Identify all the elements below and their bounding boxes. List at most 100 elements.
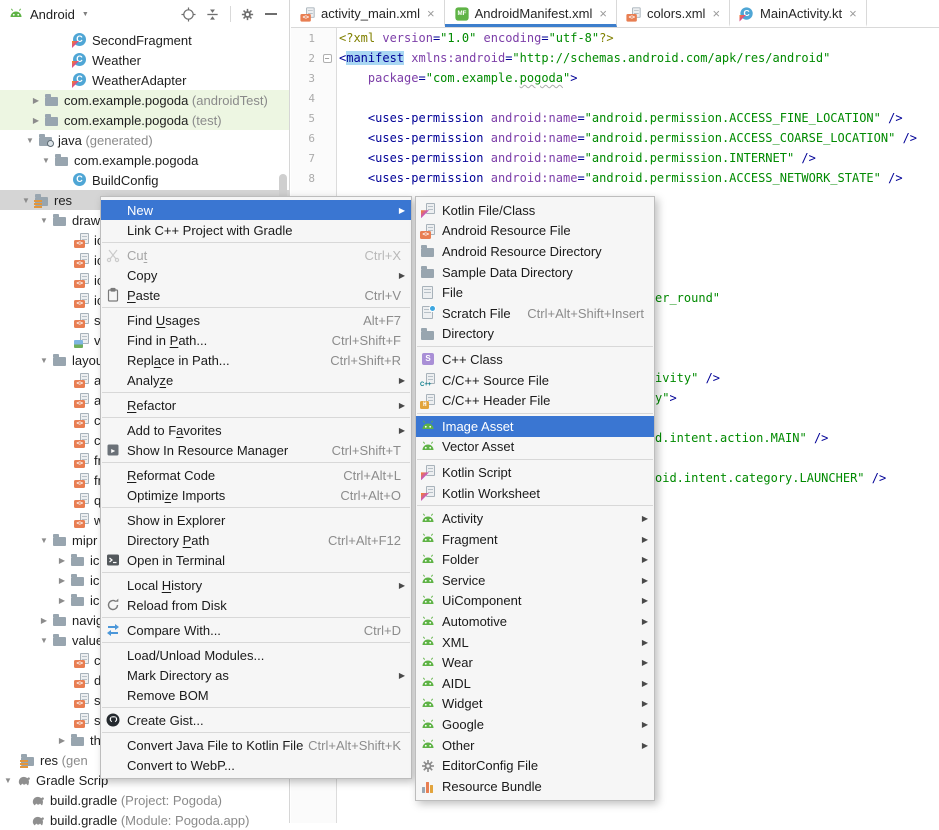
menu-item-service[interactable]: Service▶: [416, 570, 654, 591]
menu-item-android-resource-file[interactable]: <>Android Resource File: [416, 221, 654, 242]
collapse-arrow-icon[interactable]: ▼: [18, 196, 34, 205]
tree-item[interactable]: CWeatherAdapter: [0, 70, 289, 90]
menu-item-show-in-resource-manager[interactable]: Show In Resource ManagerCtrl+Shift+T: [101, 440, 411, 460]
hide-panel-icon[interactable]: [261, 4, 281, 24]
menu-item-cut[interactable]: CutCtrl+X: [101, 245, 411, 265]
close-icon[interactable]: ×: [712, 7, 720, 20]
menu-item-refactor[interactable]: Refactor▶: [101, 395, 411, 415]
collapse-arrow-icon[interactable]: ▼: [38, 156, 54, 165]
tree-item[interactable]: ▼com.example.pogoda: [0, 150, 289, 170]
menu-item-mark-directory-as[interactable]: Mark Directory as▶: [101, 665, 411, 685]
code-line[interactable]: 2−<manifest xmlns:android="http://schema…: [291, 48, 939, 68]
code-fragment[interactable]: y">: [655, 388, 677, 408]
tree-item[interactable]: ▶com.example.pogoda (androidTest): [0, 90, 289, 110]
collapse-arrow-icon[interactable]: ▼: [36, 216, 52, 225]
collapse-arrow-icon[interactable]: ▼: [36, 536, 52, 545]
menu-item-c-c-header-file[interactable]: HC/C++ Header File: [416, 390, 654, 411]
collapse-arrow-icon[interactable]: ▼: [22, 136, 38, 145]
menu-item-uicomponent[interactable]: UiComponent▶: [416, 591, 654, 612]
close-icon[interactable]: ×: [427, 7, 435, 20]
tab-mainactivity-kt[interactable]: CMainActivity.kt×: [730, 0, 867, 27]
settings-icon[interactable]: [237, 4, 257, 24]
expand-arrow-icon[interactable]: ▶: [28, 96, 44, 105]
tab-activity-main-xml[interactable]: <>activity_main.xml×: [291, 0, 445, 27]
menu-item-directory[interactable]: Directory: [416, 324, 654, 345]
menu-item-file[interactable]: File: [416, 282, 654, 303]
menu-item-copy[interactable]: Copy▶: [101, 265, 411, 285]
expand-arrow-icon[interactable]: ▶: [54, 736, 70, 745]
collapse-arrow-icon[interactable]: ▼: [0, 776, 16, 785]
menu-item-automotive[interactable]: Automotive▶: [416, 611, 654, 632]
menu-item-link-c-project-with-gradle[interactable]: Link C++ Project with Gradle: [101, 220, 411, 240]
tab-colors-xml[interactable]: <>colors.xml×: [617, 0, 730, 27]
view-selector[interactable]: Android: [30, 7, 75, 22]
menu-item-create-gist[interactable]: Create Gist...: [101, 710, 411, 730]
tree-item[interactable]: build.gradle (Project: Pogoda): [0, 790, 289, 810]
chevron-down-icon[interactable]: ▼: [82, 11, 89, 18]
menu-item-scratch-file[interactable]: Scratch FileCtrl+Alt+Shift+Insert: [416, 303, 654, 324]
collapse-arrow-icon[interactable]: ▼: [36, 636, 52, 645]
tree-item[interactable]: CWeather: [0, 50, 289, 70]
menu-item-show-in-explorer[interactable]: Show in Explorer: [101, 510, 411, 530]
code-line[interactable]: 3 package="com.example.pogoda">: [291, 68, 939, 88]
collapse-arrow-icon[interactable]: ▼: [36, 356, 52, 365]
code-line[interactable]: 8 <uses-permission android:name="android…: [291, 168, 939, 188]
menu-item-image-asset[interactable]: Image Asset: [416, 416, 654, 437]
menu-item-convert-java-file-to-kotlin-file[interactable]: Convert Java File to Kotlin FileCtrl+Alt…: [101, 735, 411, 755]
expand-arrow-icon[interactable]: ▶: [28, 116, 44, 125]
menu-item-xml[interactable]: XML▶: [416, 632, 654, 653]
menu-item-widget[interactable]: Widget▶: [416, 694, 654, 715]
fold-marker-icon[interactable]: −: [323, 54, 332, 63]
menu-item-reformat-code[interactable]: Reformat CodeCtrl+Alt+L: [101, 465, 411, 485]
menu-item-wear[interactable]: Wear▶: [416, 652, 654, 673]
menu-item-google[interactable]: Google▶: [416, 714, 654, 735]
menu-item-sample-data-directory[interactable]: Sample Data Directory: [416, 262, 654, 283]
menu-item-local-history[interactable]: Local History▶: [101, 575, 411, 595]
menu-item-remove-bom[interactable]: Remove BOM: [101, 685, 411, 705]
tree-item[interactable]: ▶com.example.pogoda (test): [0, 110, 289, 130]
menu-item-android-resource-directory[interactable]: Android Resource Directory: [416, 241, 654, 262]
code-fragment[interactable]: d.intent.action.MAIN" />: [655, 428, 828, 448]
menu-item-new[interactable]: New▶: [101, 200, 411, 220]
code-line[interactable]: 4: [291, 88, 939, 108]
menu-item-open-in-terminal[interactable]: Open in Terminal: [101, 550, 411, 570]
code-line[interactable]: 1<?xml version="1.0" encoding="utf-8"?>: [291, 28, 939, 48]
expand-arrow-icon[interactable]: ▶: [36, 616, 52, 625]
code-fragment[interactable]: er_round": [655, 288, 720, 308]
code-line[interactable]: 5 <uses-permission android:name="android…: [291, 108, 939, 128]
menu-item-optimize-imports[interactable]: Optimize ImportsCtrl+Alt+O: [101, 485, 411, 505]
menu-item-kotlin-worksheet[interactable]: Kotlin Worksheet: [416, 483, 654, 504]
menu-item-convert-to-webp[interactable]: Convert to WebP...: [101, 755, 411, 775]
menu-item-analyze[interactable]: Analyze▶: [101, 370, 411, 390]
menu-item-aidl[interactable]: AIDL▶: [416, 673, 654, 694]
locate-icon[interactable]: [178, 4, 198, 24]
menu-item-paste[interactable]: PasteCtrl+V: [101, 285, 411, 305]
menu-item-replace-in-path[interactable]: Replace in Path...Ctrl+Shift+R: [101, 350, 411, 370]
collapse-all-icon[interactable]: [202, 4, 222, 24]
menu-item-editorconfig-file[interactable]: EditorConfig File: [416, 755, 654, 776]
menu-item-c-class[interactable]: SC++ Class: [416, 349, 654, 370]
menu-item-find-usages[interactable]: Find UsagesAlt+F7: [101, 310, 411, 330]
menu-item-load-unload-modules[interactable]: Load/Unload Modules...: [101, 645, 411, 665]
expand-arrow-icon[interactable]: ▶: [54, 576, 70, 585]
menu-item-kotlin-script[interactable]: Kotlin Script: [416, 462, 654, 483]
tree-item[interactable]: ▼java (generated): [0, 130, 289, 150]
menu-item-vector-asset[interactable]: Vector Asset: [416, 437, 654, 458]
code-line[interactable]: 7 <uses-permission android:name="android…: [291, 148, 939, 168]
menu-item-add-to-favorites[interactable]: Add to Favorites▶: [101, 420, 411, 440]
menu-item-compare-with[interactable]: Compare With...Ctrl+D: [101, 620, 411, 640]
menu-item-resource-bundle[interactable]: Resource Bundle: [416, 776, 654, 797]
code-fragment[interactable]: oid.intent.category.LAUNCHER" />: [655, 468, 886, 488]
menu-item-reload-from-disk[interactable]: Reload from Disk: [101, 595, 411, 615]
tree-item[interactable]: build.gradle (Module: Pogoda.app): [0, 810, 289, 830]
menu-item-activity[interactable]: Activity▶: [416, 508, 654, 529]
expand-arrow-icon[interactable]: ▶: [54, 556, 70, 565]
code-fragment[interactable]: ivity" />: [655, 368, 720, 388]
expand-arrow-icon[interactable]: ▶: [54, 596, 70, 605]
code-line[interactable]: 6 <uses-permission android:name="android…: [291, 128, 939, 148]
tab-androidmanifest-xml[interactable]: MFAndroidManifest.xml×: [445, 0, 617, 27]
menu-item-c-c-source-file[interactable]: C++C/C++ Source File: [416, 370, 654, 391]
close-icon[interactable]: ×: [849, 7, 857, 20]
tree-item[interactable]: CBuildConfig: [0, 170, 289, 190]
close-icon[interactable]: ×: [599, 7, 607, 20]
